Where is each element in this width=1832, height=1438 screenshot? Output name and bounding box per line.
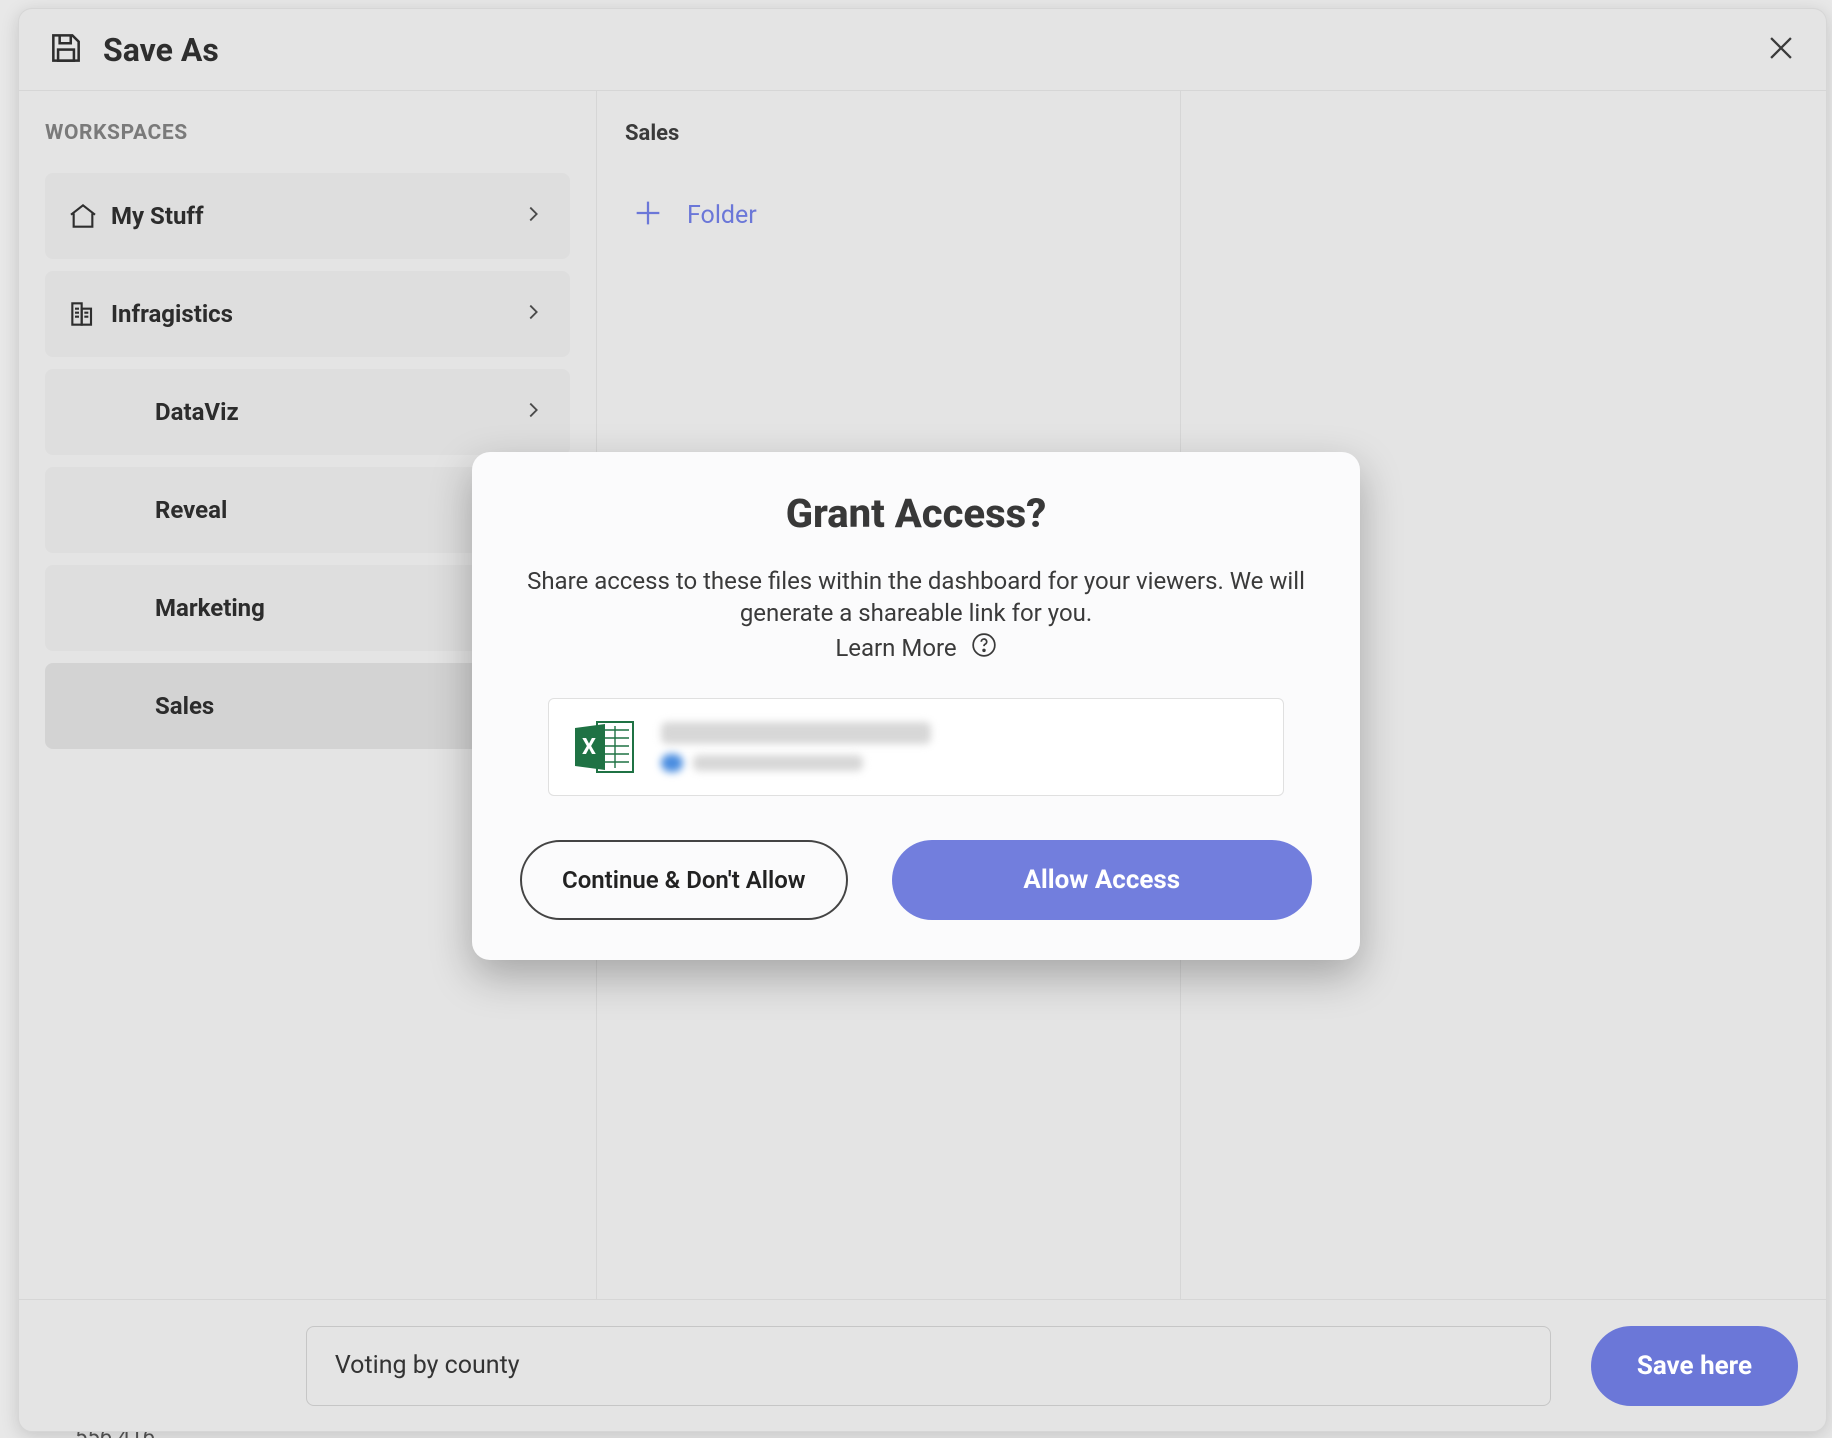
file-meta-blurred xyxy=(661,722,1261,772)
file-card: X xyxy=(548,698,1284,796)
chevron-right-icon xyxy=(522,203,544,229)
svg-text:X: X xyxy=(582,735,596,760)
excel-icon: X xyxy=(571,718,637,776)
chevron-right-icon xyxy=(522,399,544,425)
filename-input[interactable] xyxy=(306,1326,1551,1406)
save-here-button[interactable]: Save here xyxy=(1591,1326,1798,1406)
new-folder-button[interactable]: Folder xyxy=(625,196,1154,234)
dialog-header: Save As xyxy=(19,9,1826,91)
sidebar-item-mystuff[interactable]: My Stuff xyxy=(45,173,570,259)
sidebar-item-dataviz[interactable]: DataViz xyxy=(45,369,570,455)
continue-dont-allow-button[interactable]: Continue & Don't Allow xyxy=(520,840,848,920)
save-icon xyxy=(47,29,85,71)
sidebar-item-infragistics[interactable]: Infragistics xyxy=(45,271,570,357)
chevron-right-icon xyxy=(522,301,544,327)
modal-title: Grant Access? xyxy=(520,490,1312,537)
home-icon xyxy=(67,200,111,232)
folder-breadcrumb: Sales xyxy=(625,121,1154,146)
close-button[interactable] xyxy=(1764,31,1798,69)
learn-more-link[interactable]: Learn More xyxy=(520,632,1312,664)
building-icon xyxy=(67,298,111,330)
sidebar-item-label: Infragistics xyxy=(111,300,522,328)
sidebar-item-label: DataViz xyxy=(111,398,522,426)
modal-button-row: Continue & Don't Allow Allow Access xyxy=(520,840,1312,920)
grant-access-modal: Grant Access? Share access to these file… xyxy=(472,452,1360,960)
dialog-title: Save As xyxy=(103,31,1764,69)
sidebar-heading: WORKSPACES xyxy=(45,121,570,145)
modal-description: Share access to these files within the d… xyxy=(520,565,1312,630)
allow-access-button[interactable]: Allow Access xyxy=(892,840,1312,920)
plus-icon xyxy=(631,196,665,234)
help-icon xyxy=(971,632,997,664)
new-folder-label: Folder xyxy=(687,201,757,230)
learn-more-label: Learn More xyxy=(835,634,956,662)
sidebar-item-label: My Stuff xyxy=(111,202,522,230)
dialog-footer: Save here xyxy=(19,1299,1826,1431)
